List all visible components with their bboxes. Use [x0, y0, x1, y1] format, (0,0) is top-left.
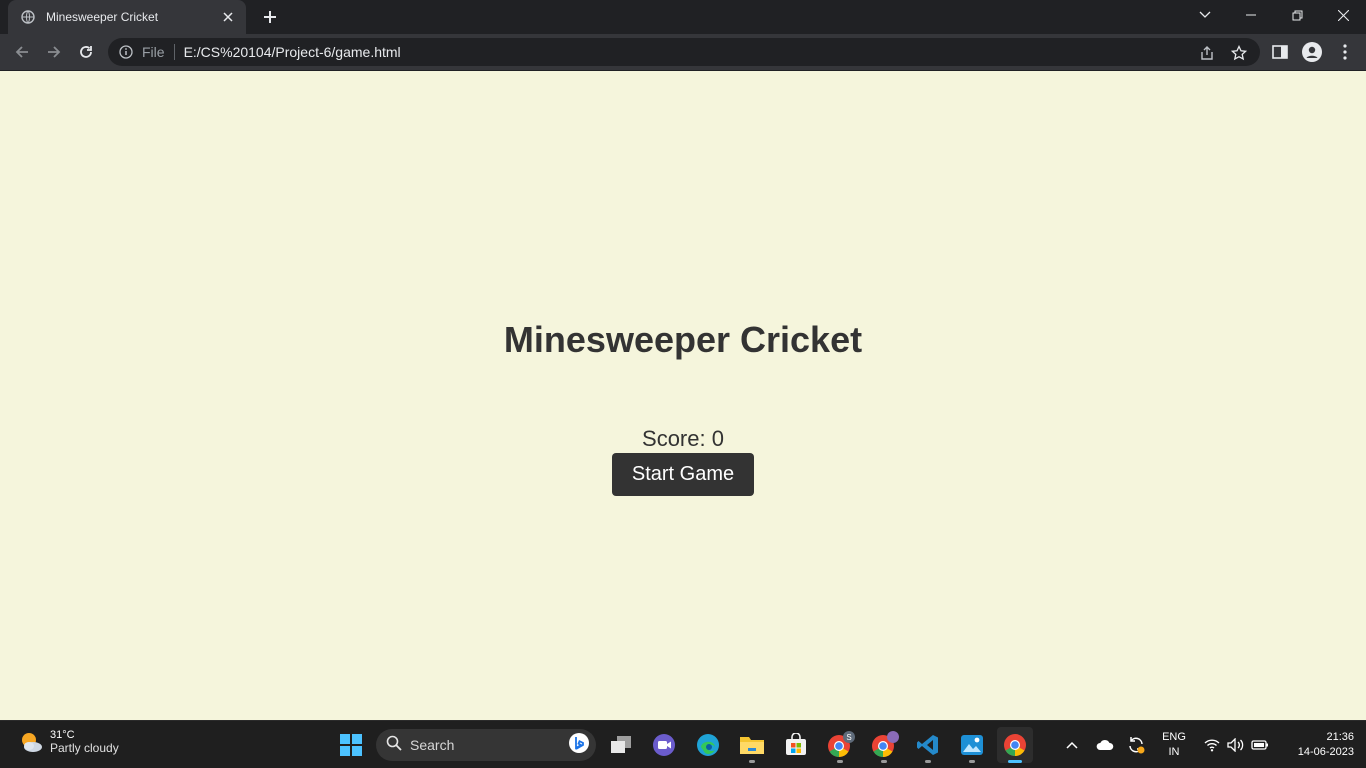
photos-icon[interactable]	[954, 727, 990, 763]
running-indicator	[925, 760, 931, 763]
system-clock[interactable]: 21:36 14-06-2023	[1278, 730, 1354, 760]
running-indicator	[881, 760, 887, 763]
svg-text:S: S	[846, 733, 851, 742]
search-label: Search	[410, 737, 455, 753]
running-indicator	[837, 760, 843, 763]
menu-kebab-icon[interactable]	[1335, 42, 1355, 62]
running-indicator	[1008, 760, 1022, 763]
page-title: Minesweeper Cricket	[503, 319, 863, 360]
tab-title: Minesweeper Cricket	[46, 10, 159, 24]
chrome-profile-2-icon[interactable]	[866, 727, 902, 763]
forward-icon[interactable]	[40, 38, 68, 66]
running-indicator	[969, 760, 975, 763]
volume-icon[interactable]	[1226, 721, 1246, 768]
restore-icon[interactable]	[1274, 0, 1320, 30]
chrome-icon[interactable]	[997, 727, 1033, 763]
battery-icon[interactable]	[1250, 721, 1270, 768]
close-tab-icon[interactable]	[218, 7, 238, 27]
sync-update-icon[interactable]	[1125, 721, 1147, 768]
chevron-up-icon[interactable]	[1062, 721, 1082, 768]
browser-tab[interactable]: Minesweeper Cricket	[8, 0, 246, 34]
onedrive-cloud-icon[interactable]	[1094, 721, 1116, 768]
vscode-icon[interactable]	[910, 727, 946, 763]
info-icon[interactable]	[118, 44, 134, 60]
language-indicator[interactable]: ENG IN	[1158, 730, 1190, 760]
taskbar-search-box[interactable]: Search	[376, 729, 596, 761]
score-value: 0	[711, 426, 724, 451]
clock-date: 14-06-2023	[1297, 746, 1354, 758]
partly-cloudy-icon	[18, 729, 44, 755]
weather-description: Partly cloudy	[50, 741, 119, 755]
new-tab-button[interactable]	[258, 6, 282, 28]
store-icon[interactable]	[778, 727, 814, 763]
region-code: IN	[1168, 746, 1180, 758]
side-panel-icon[interactable]	[1270, 42, 1290, 62]
taskbar: 31°C Partly cloudy Search S ENG IN 21:36…	[0, 720, 1366, 768]
minimize-icon[interactable]	[1228, 0, 1274, 30]
game-page: Minesweeper Cricket Score: 0 Start Game	[0, 71, 1366, 720]
meet-icon[interactable]	[646, 727, 682, 763]
edge-icon[interactable]	[690, 727, 726, 763]
url-scheme-label: File	[142, 44, 165, 60]
profile-avatar-icon[interactable]	[1302, 42, 1322, 62]
start-game-button[interactable]: Start Game	[612, 453, 754, 496]
wifi-icon[interactable]	[1202, 721, 1222, 768]
tab-search-icon[interactable]	[1182, 0, 1228, 30]
start-icon[interactable]	[333, 727, 369, 763]
clock-time: 21:36	[1326, 731, 1354, 743]
chrome-profile-s-icon[interactable]: S	[822, 727, 858, 763]
address-bar[interactable]: File E:/CS%20104/Project-6/game.html	[108, 38, 1260, 66]
reload-icon[interactable]	[72, 38, 100, 66]
score-display: Score: 0	[0, 426, 1366, 452]
search-icon	[386, 735, 402, 756]
file-explorer-icon[interactable]	[734, 727, 770, 763]
running-indicator	[749, 760, 755, 763]
globe-icon	[20, 9, 36, 25]
bookmark-star-icon[interactable]	[1230, 44, 1248, 62]
url-text[interactable]: E:/CS%20104/Project-6/game.html	[184, 44, 401, 60]
weather-widget[interactable]: 31°C Partly cloudy	[18, 729, 119, 755]
bing-icon	[568, 732, 590, 759]
score-label: Score:	[642, 426, 712, 451]
language-code: ENG	[1162, 731, 1186, 743]
browser-toolbar: File E:/CS%20104/Project-6/game.html	[0, 34, 1366, 71]
share-icon[interactable]	[1198, 44, 1216, 62]
tab-strip: Minesweeper Cricket	[0, 0, 1366, 34]
url-separator	[173, 44, 175, 60]
task-view-icon[interactable]	[603, 727, 639, 763]
back-icon[interactable]	[8, 38, 36, 66]
weather-temperature: 31°C	[50, 729, 75, 741]
close-window-icon[interactable]	[1320, 0, 1366, 30]
